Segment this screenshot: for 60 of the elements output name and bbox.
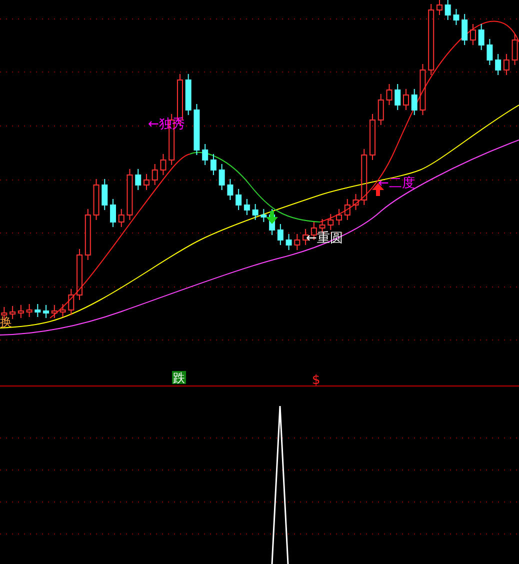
candlestick xyxy=(378,94,384,126)
candlestick xyxy=(26,304,32,318)
candlestick xyxy=(386,84,392,106)
candlestick xyxy=(495,54,502,76)
candlestick xyxy=(34,304,41,318)
candlestick xyxy=(51,304,58,318)
candlestick xyxy=(152,164,158,186)
candlestick xyxy=(352,194,359,210)
candlestick xyxy=(194,104,200,156)
signal-label: 换 xyxy=(0,315,12,329)
candlestick xyxy=(336,208,342,226)
candlestick xyxy=(202,144,208,166)
candlestick xyxy=(478,24,484,50)
candlestick xyxy=(286,234,292,250)
candlestick xyxy=(403,88,409,110)
candlestick xyxy=(294,234,300,250)
candlestick xyxy=(210,154,216,176)
candlestick xyxy=(344,198,350,220)
signal-label: ←二度 xyxy=(378,176,415,191)
candlestick xyxy=(185,74,192,116)
candlestick xyxy=(428,4,434,76)
candlestick xyxy=(218,164,225,190)
candlestick xyxy=(503,54,510,76)
candlestick xyxy=(444,0,451,20)
candlestick xyxy=(328,214,334,230)
fall-badge: 跌 xyxy=(172,371,186,385)
candlestick xyxy=(76,248,83,300)
candlestick xyxy=(453,8,460,26)
candlestick xyxy=(411,88,418,116)
candlestick xyxy=(370,114,376,160)
candlestick xyxy=(43,304,50,318)
candlestick xyxy=(84,208,91,260)
candlestick xyxy=(236,188,242,210)
candlestick xyxy=(60,304,66,318)
candlestick xyxy=(420,64,426,116)
candlestick xyxy=(277,224,284,246)
candlestick xyxy=(486,38,493,66)
candlestick xyxy=(227,178,234,200)
candlestick xyxy=(160,154,166,176)
candlestick xyxy=(135,168,142,190)
candlestick xyxy=(126,168,133,220)
candlestick xyxy=(394,84,401,110)
candlestick xyxy=(102,178,108,210)
candlestick xyxy=(462,14,468,46)
candlestick xyxy=(244,198,250,216)
candlestick xyxy=(512,34,518,66)
candlestick xyxy=(10,306,16,320)
down-arrow-icon xyxy=(266,211,278,224)
candlestick xyxy=(144,174,150,190)
candlestick xyxy=(361,148,368,206)
candlestick xyxy=(252,204,258,220)
candlestick xyxy=(260,208,267,222)
candlestick xyxy=(118,208,124,228)
signal-mark: $ xyxy=(312,373,320,388)
candlestick xyxy=(436,0,442,16)
candlestick xyxy=(18,304,24,318)
candlestick xyxy=(68,288,74,316)
candlestick xyxy=(110,198,116,228)
candlestick xyxy=(93,178,100,220)
candlestick xyxy=(470,24,476,46)
